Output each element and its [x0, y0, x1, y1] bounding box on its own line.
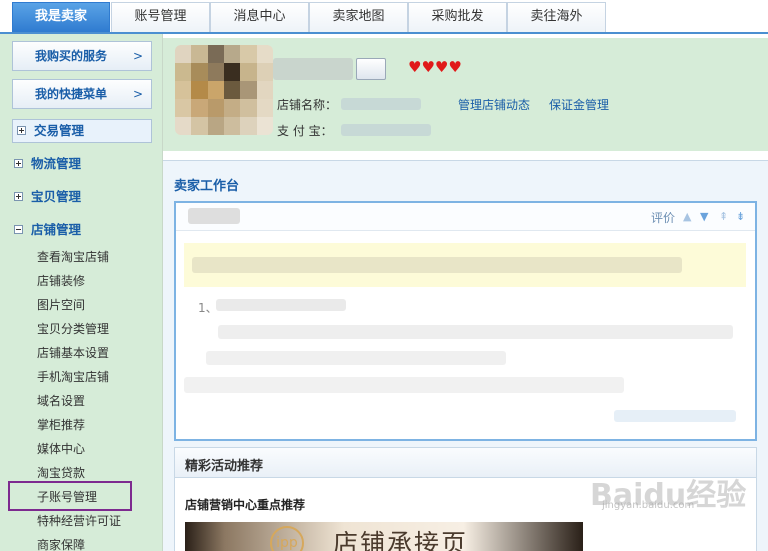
notice-number: 1、	[198, 301, 218, 315]
sidebar-group-shop[interactable]: 店铺管理	[14, 218, 81, 242]
promo-banner[interactable]: ipp 店铺承接页	[185, 522, 583, 551]
sidebar-item-shop-decoration[interactable]: 店铺装修	[37, 269, 85, 293]
quick-menu-button[interactable]: 我的快捷菜单 >	[12, 79, 152, 109]
sidebar-item-category-management[interactable]: 宝贝分类管理	[37, 317, 109, 341]
more-link[interactable]	[614, 410, 736, 422]
watermark-url: jingyan.baidu.com	[602, 500, 695, 511]
expand-plus-icon	[17, 126, 26, 135]
manage-shop-feed-link[interactable]: 管理店铺动态	[458, 96, 530, 113]
shop-name-label: 店铺名称：	[277, 98, 338, 112]
sidebar: 我购买的服务 > 我的快捷菜单 > 交易管理 物流管理 宝贝管理 店铺管理 查看…	[0, 34, 163, 551]
shop-owner-name	[273, 58, 353, 80]
sidebar-item-domain-settings[interactable]: 域名设置	[37, 389, 85, 413]
sidebar-group-trade[interactable]: 交易管理	[12, 119, 152, 143]
notice-bar	[184, 243, 746, 287]
shop-name-value	[341, 98, 421, 110]
tab-overseas[interactable]: 卖往海外	[507, 2, 606, 32]
arrow-bottom-icon[interactable]: ⇟	[736, 210, 745, 223]
notice-line	[206, 351, 506, 365]
tab-seller-map[interactable]: 卖家地图	[309, 2, 408, 32]
sidebar-item-media-center[interactable]: 媒体中心	[37, 437, 85, 461]
seller-badge-icon	[356, 58, 386, 80]
sidebar-group-label: 交易管理	[34, 123, 85, 138]
panel-heading	[188, 208, 240, 224]
arrow-top-icon[interactable]: ⇞	[719, 210, 728, 223]
promo-title: 店铺营销中心重点推荐	[185, 498, 306, 512]
sidebar-group-label: 店铺管理	[31, 222, 82, 237]
banner-logo-icon: ipp	[270, 526, 304, 551]
sidebar-item-basic-settings[interactable]: 店铺基本设置	[37, 341, 109, 365]
expand-plus-icon	[14, 192, 23, 201]
sidebar-item-merchant-guarantee[interactable]: 商家保障	[37, 533, 85, 551]
arrow-down-icon[interactable]: ▼	[700, 210, 708, 223]
sidebar-item-special-license[interactable]: 特种经营许可证	[37, 509, 121, 533]
credit-hearts-icon: ♥♥♥♥	[408, 58, 462, 76]
sidebar-group-label: 物流管理	[31, 156, 82, 171]
my-services-label: 我购买的服务	[35, 49, 108, 63]
profile-header: ♥♥♥♥ 店铺名称： 管理店铺动态 保证金管理 支 付 宝：	[163, 38, 768, 151]
notice-line	[218, 325, 733, 339]
alipay-value	[341, 124, 431, 136]
highlight-box	[8, 481, 132, 511]
notice-line	[216, 299, 346, 311]
notice-panel: 评价 ▲ ▼ ⇞ ⇟ 1、	[174, 201, 757, 441]
tab-account[interactable]: 账号管理	[111, 2, 210, 32]
banner-text: 店铺承接页	[333, 529, 469, 551]
expand-plus-icon	[14, 159, 23, 168]
chevron-right-icon: >	[132, 49, 143, 63]
deposit-management-link[interactable]: 保证金管理	[549, 96, 609, 113]
my-services-button[interactable]: 我购买的服务 >	[12, 41, 152, 71]
sidebar-item-image-space[interactable]: 图片空间	[37, 293, 85, 317]
workbench-title: 卖家工作台	[174, 179, 240, 194]
activity-panel-title: 精彩活动推荐	[185, 459, 264, 474]
tab-seller[interactable]: 我是卖家	[12, 2, 110, 32]
chevron-right-icon: >	[132, 87, 143, 101]
sidebar-group-items[interactable]: 宝贝管理	[14, 185, 81, 209]
tab-messages[interactable]: 消息中心	[210, 2, 309, 32]
sidebar-item-view-shop[interactable]: 查看淘宝店铺	[37, 245, 109, 269]
panel-header: 评价 ▲ ▼ ⇞ ⇟	[176, 203, 755, 231]
sidebar-item-mobile-shop[interactable]: 手机淘宝店铺	[37, 365, 109, 389]
notice-text	[192, 257, 682, 273]
alipay-label: 支 付 宝：	[277, 124, 333, 138]
arrow-up-icon[interactable]: ▲	[683, 210, 691, 223]
collapse-minus-icon	[14, 225, 23, 234]
quick-menu-label: 我的快捷菜单	[35, 87, 108, 101]
avatar[interactable]	[175, 45, 273, 135]
notice-line	[184, 377, 624, 393]
sidebar-group-label: 宝贝管理	[31, 189, 82, 204]
rating-link[interactable]: 评价	[651, 209, 675, 226]
top-nav: 我是卖家 账号管理 消息中心 卖家地图 采购批发 卖往海外	[0, 0, 768, 34]
sidebar-item-recommend[interactable]: 掌柜推荐	[37, 413, 85, 437]
tab-wholesale[interactable]: 采购批发	[408, 2, 507, 32]
sidebar-group-logistics[interactable]: 物流管理	[14, 152, 81, 176]
